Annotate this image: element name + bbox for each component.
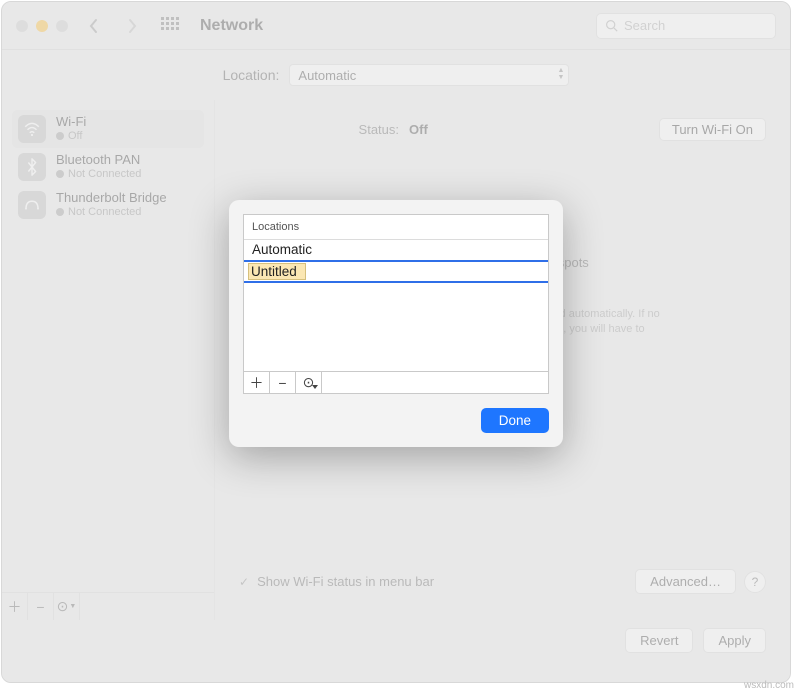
location-actions-button[interactable]: ⊙ [296,372,322,393]
network-preferences-window: Network Search Location: Automatic ▲▼ Wi… [1,1,791,683]
locations-toolbar: ＋ − ⊙ [244,371,548,393]
add-location-button[interactable]: ＋ [244,372,270,393]
remove-location-button[interactable]: − [270,372,296,393]
locations-list-header: Locations [244,215,548,240]
location-row-untitled[interactable]: Untitled [244,260,548,283]
locations-dialog: Locations Automatic Untitled ＋ − ⊙ Done [229,200,563,447]
watermark-text: wsxdn.com [744,680,794,691]
location-name-edit-field[interactable]: Untitled [248,263,306,280]
locations-list: Locations Automatic Untitled ＋ − ⊙ [243,214,549,394]
done-button[interactable]: Done [481,408,549,433]
location-row-automatic[interactable]: Automatic [244,240,548,260]
dialog-footer: Done [243,408,549,433]
